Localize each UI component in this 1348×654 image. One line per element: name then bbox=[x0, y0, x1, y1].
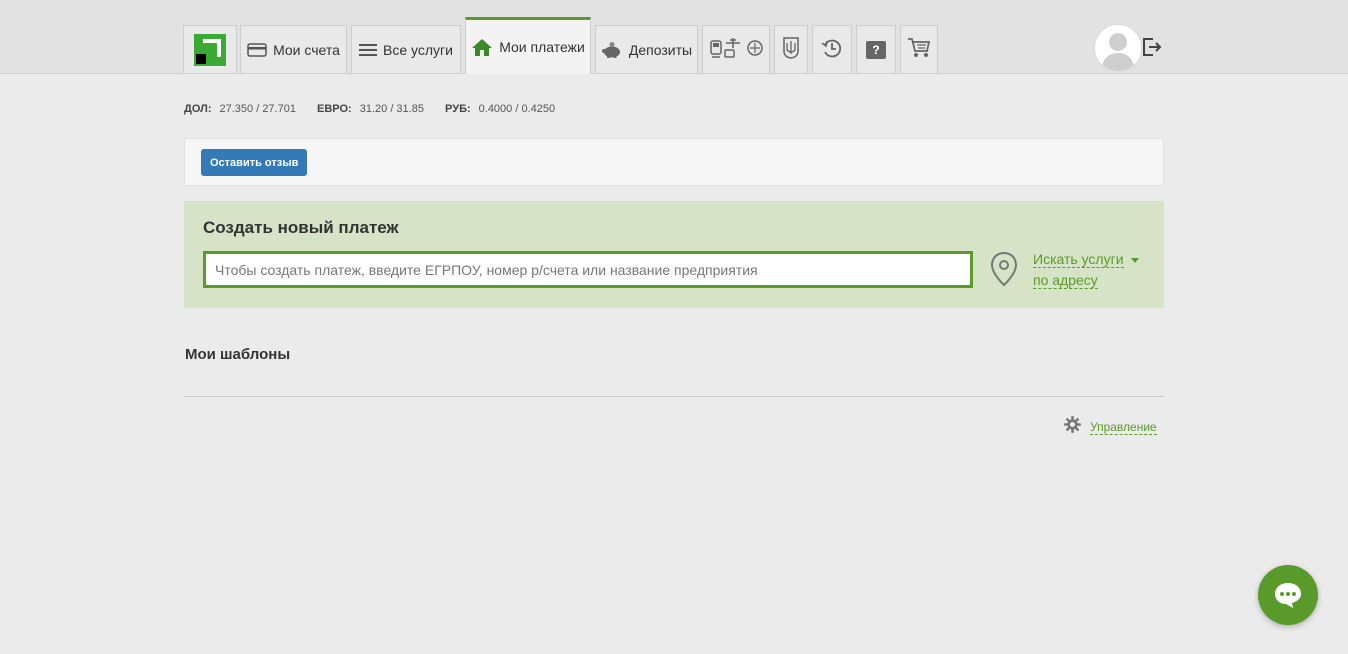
tab-label: Все услуги bbox=[383, 41, 453, 58]
chat-button[interactable] bbox=[1258, 565, 1318, 625]
piggy-bank-icon bbox=[601, 41, 623, 59]
feedback-panel: Оставить отзыв bbox=[184, 138, 1164, 186]
history-icon bbox=[821, 37, 843, 62]
payment-search-input[interactable] bbox=[203, 251, 973, 288]
bank-logo-icon bbox=[194, 33, 226, 66]
tab-history[interactable] bbox=[812, 25, 852, 73]
tab-transport[interactable] bbox=[702, 25, 770, 73]
top-navigation-bar: Мои счета Все услуги Мои платежи Депозит… bbox=[0, 0, 1348, 74]
manage-label: Управление bbox=[1090, 419, 1157, 435]
chat-bubble-icon bbox=[1275, 583, 1301, 608]
exchange-rates: ДОЛ: 27.350 / 27.701 ЕВРО: 31.20 / 31.85 Р… bbox=[184, 103, 573, 115]
tab-label: Мои платежи bbox=[499, 39, 585, 55]
cart-icon bbox=[907, 37, 931, 62]
eur-label: ЕВРО: bbox=[317, 103, 352, 115]
usd-label: ДОЛ: bbox=[184, 103, 212, 115]
usd-value: 27.350 / 27.701 bbox=[219, 103, 296, 115]
create-payment-panel: Создать новый платеж Искать услуги по ад… bbox=[184, 201, 1164, 308]
rub-value: 0.4000 / 0.4250 bbox=[478, 103, 556, 115]
home-icon bbox=[471, 37, 493, 57]
address-link-line1: Искать услуги bbox=[1033, 251, 1124, 268]
card-icon bbox=[247, 42, 267, 57]
chevron-down-icon bbox=[1130, 257, 1139, 263]
eur-value: 31.20 / 31.85 bbox=[359, 103, 424, 115]
tab-deposits[interactable]: Депозиты bbox=[595, 25, 698, 73]
tab-my-accounts[interactable]: Мои счета bbox=[240, 25, 347, 73]
home-logo-tab[interactable] bbox=[183, 25, 237, 73]
search-services-by-address-link[interactable]: Искать услуги по адресу bbox=[1033, 249, 1139, 291]
leave-feedback-button[interactable]: Оставить отзыв bbox=[201, 149, 308, 176]
tab-label: Мои счета bbox=[273, 41, 340, 58]
tab-all-services[interactable]: Все услуги bbox=[351, 25, 461, 73]
tab-my-payments[interactable]: Мои платежи bbox=[465, 17, 591, 74]
location-pin-icon[interactable] bbox=[990, 251, 1018, 292]
transport-icon bbox=[708, 35, 764, 64]
manage-templates-link[interactable]: Управление bbox=[1064, 416, 1157, 438]
logout-icon[interactable] bbox=[1142, 37, 1162, 62]
user-avatar[interactable] bbox=[1094, 24, 1142, 72]
create-payment-title: Создать новый платеж bbox=[203, 218, 399, 237]
tab-government[interactable] bbox=[774, 25, 808, 73]
rub-label: РУБ: bbox=[445, 103, 471, 115]
help-icon: ? bbox=[866, 40, 886, 59]
tab-label: Депозиты bbox=[628, 41, 693, 58]
tab-shop[interactable] bbox=[900, 25, 938, 73]
templates-divider bbox=[184, 396, 1164, 397]
my-templates-title: Мои шаблоны bbox=[185, 346, 291, 363]
tab-help[interactable]: ? bbox=[856, 25, 896, 73]
address-link-line2: по адресу bbox=[1033, 272, 1098, 289]
coat-of-arms-icon bbox=[783, 37, 799, 62]
list-icon bbox=[359, 43, 378, 57]
avatar-silhouette-icon bbox=[1101, 33, 1135, 71]
gear-icon bbox=[1064, 416, 1081, 438]
